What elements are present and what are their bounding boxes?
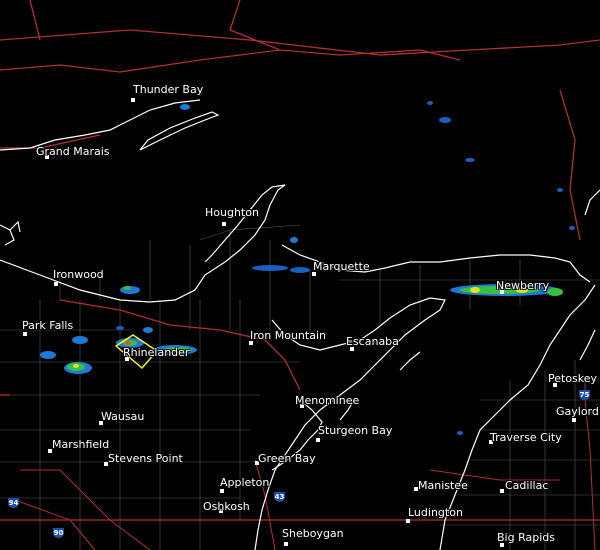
city-dot (222, 222, 226, 226)
city-label: Ludington (408, 506, 463, 519)
city-dot (54, 282, 58, 286)
city-label: Rhinelander (123, 346, 190, 359)
city-label: Thunder Bay (133, 83, 204, 96)
city-dot (284, 542, 288, 546)
city-label: Iron Mountain (250, 329, 326, 342)
city-label: Park Falls (22, 319, 74, 332)
city-label: Ironwood (53, 268, 104, 281)
city-label: Sturgeon Bay (318, 424, 393, 437)
city-dot (220, 489, 224, 493)
city-label: Grand Marais (36, 145, 110, 158)
city-label: Gaylord (556, 405, 599, 418)
interstate-90-shield: 90 (53, 528, 64, 538)
city-dot (572, 418, 576, 422)
city-label: Stevens Point (108, 452, 183, 465)
city-dot (500, 489, 504, 493)
city-dot (131, 98, 135, 102)
city-dot (406, 519, 410, 523)
city-label: Big Rapids (497, 531, 555, 544)
city-label: Green Bay (258, 452, 316, 465)
city-label: Escanaba (346, 335, 399, 348)
interstate-75-shield: 75 (579, 390, 590, 400)
city-label: Menominee (295, 394, 360, 407)
city-label: Sheboygan (282, 527, 344, 540)
city-label: Traverse City (490, 431, 562, 444)
city-label: Marshfield (52, 438, 110, 451)
city-label: Houghton (205, 206, 259, 219)
city-label: Wausau (101, 410, 145, 423)
city-label: Oshkosh (203, 500, 250, 513)
city-label: Manistee (418, 479, 468, 492)
radar-map: Thunder Bay Grand Marais Houghton Marque… (0, 0, 600, 550)
city-label: Appleton (220, 476, 270, 489)
city-label: Newberry (496, 279, 550, 292)
city-dot (316, 438, 320, 442)
city-dot (23, 332, 27, 336)
interstate-94-shield: 94 (8, 498, 19, 508)
interstate-43-shield: 43 (274, 492, 285, 502)
city-label: Marquette (313, 260, 370, 273)
city-label: Petoskey (548, 372, 598, 385)
city-label: Cadillac (505, 479, 549, 492)
